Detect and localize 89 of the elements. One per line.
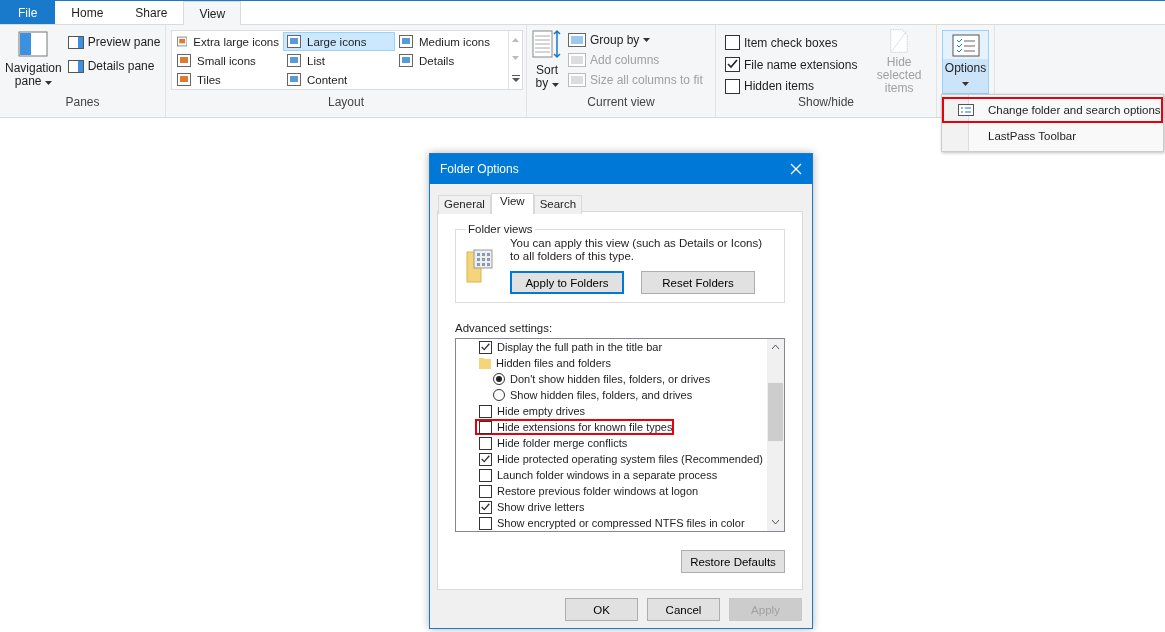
setting-label: Launch folder windows in a separate process bbox=[497, 469, 718, 481]
folder-views-text: You can apply this view (such as Details or Icons) to all folders of this type. bbox=[510, 237, 764, 263]
ribbon-tab[interactable]: Share bbox=[119, 1, 184, 24]
advanced-settings-label: Advanced settings: bbox=[455, 322, 554, 334]
show-hide-option[interactable]: Item check boxes bbox=[725, 34, 858, 52]
checkbox[interactable] bbox=[479, 516, 492, 530]
setting-label: Restore previous folder windows at logon bbox=[497, 485, 699, 497]
view-icon bbox=[287, 54, 301, 67]
show-hide-option[interactable]: File name extensions bbox=[725, 55, 858, 74]
layout-option[interactable]: Extra large icons bbox=[173, 32, 283, 51]
checkbox[interactable] bbox=[479, 484, 492, 498]
checkbox[interactable] bbox=[479, 340, 492, 354]
show-hide-option[interactable]: Hidden items bbox=[725, 77, 858, 95]
view-icon bbox=[287, 73, 301, 86]
pane-button[interactable]: Details pane bbox=[67, 57, 161, 75]
group-title: Current view bbox=[587, 95, 655, 111]
scrollbar-thumb[interactable] bbox=[768, 383, 783, 441]
options-button[interactable]: Options bbox=[942, 30, 989, 94]
current-view-button[interactable]: Group by bbox=[568, 31, 703, 49]
restore-defaults-button[interactable]: Restore Defaults bbox=[681, 550, 785, 573]
view-icon bbox=[177, 73, 191, 86]
ribbon-tab[interactable]: View bbox=[183, 1, 242, 25]
ribbon-tab[interactable]: File bbox=[0, 1, 56, 24]
caret-icon bbox=[643, 38, 651, 42]
dialog-button[interactable]: Cancel bbox=[647, 598, 720, 621]
folder-view-button[interactable]: Apply to Folders bbox=[510, 271, 624, 294]
setting-label: Hidden files and folders bbox=[496, 357, 611, 369]
checkbox[interactable] bbox=[479, 436, 492, 450]
view-icon bbox=[287, 35, 301, 48]
setting-label: Show encrypted or compressed NTFS files in color bbox=[497, 517, 745, 529]
setting-label: Show hidden files, folders, and drives bbox=[510, 389, 693, 401]
view-icon bbox=[177, 35, 188, 48]
group-label: Folder views bbox=[467, 223, 534, 235]
pane-icon bbox=[67, 35, 84, 49]
group-title: Panes bbox=[65, 95, 100, 111]
caret-icon bbox=[44, 81, 52, 85]
expand-gallery-icon[interactable] bbox=[511, 74, 520, 82]
checkbox[interactable] bbox=[479, 452, 492, 466]
columns-icon bbox=[568, 32, 586, 48]
dialog-tab[interactable]: Search bbox=[533, 195, 583, 214]
sort-icon bbox=[532, 29, 562, 61]
view-icon bbox=[399, 35, 413, 48]
columns-icon bbox=[568, 52, 586, 68]
pane-icon bbox=[67, 59, 84, 73]
navigation-pane-button[interactable]: Navigation pane bbox=[5, 29, 62, 95]
pane-button[interactable]: Preview pane bbox=[67, 33, 161, 51]
checkbox[interactable] bbox=[725, 57, 740, 72]
close-icon[interactable] bbox=[790, 163, 802, 175]
dialog-tab[interactable]: View bbox=[490, 193, 534, 214]
folder-icon bbox=[466, 249, 494, 283]
sort-by-button[interactable]: Sort by bbox=[532, 29, 562, 95]
layout-option[interactable]: Small icons bbox=[173, 51, 283, 70]
folder-icon bbox=[479, 357, 491, 369]
layout-option[interactable]: Medium icons bbox=[395, 32, 507, 51]
setting-label: Don't show hidden files, folders, or drives bbox=[510, 373, 711, 385]
checklist-icon bbox=[958, 104, 974, 116]
setting-label: Hide folder merge conflicts bbox=[497, 437, 628, 449]
folder-view-button[interactable]: Reset Folders bbox=[641, 271, 755, 294]
group-title: Layout bbox=[328, 95, 364, 111]
group-title: Show/hide bbox=[797, 95, 854, 111]
setting-label: Show drive letters bbox=[497, 501, 585, 513]
navigation-pane-icon bbox=[18, 29, 49, 59]
view-icon bbox=[399, 54, 413, 67]
setting-label: Display the full path in the title bar bbox=[497, 341, 663, 353]
checklist-icon bbox=[950, 31, 981, 59]
columns-icon bbox=[568, 72, 586, 88]
layout-option[interactable]: Large icons bbox=[283, 32, 395, 51]
view-icon bbox=[177, 54, 191, 67]
caret-icon bbox=[962, 82, 969, 86]
checkbox[interactable] bbox=[725, 78, 740, 94]
dialog-tab[interactable]: General bbox=[438, 195, 491, 214]
layout-option[interactable]: Details bbox=[395, 51, 507, 70]
setting-label: Hide extensions for known file types bbox=[497, 421, 673, 433]
menu-item[interactable]: Change folder and search options bbox=[942, 97, 1163, 123]
checkbox[interactable] bbox=[479, 468, 492, 482]
checkbox[interactable] bbox=[725, 35, 740, 51]
layout-option[interactable]: Content bbox=[283, 70, 395, 89]
menu-item[interactable]: LastPass Toolbar bbox=[942, 123, 1163, 149]
setting-label: Hide protected operating system files (Recommended) bbox=[497, 453, 763, 465]
setting-label: Hide empty drives bbox=[497, 405, 586, 417]
dialog-button[interactable]: OK bbox=[565, 598, 638, 621]
dialog-title: Folder Options bbox=[440, 162, 519, 176]
checkbox[interactable] bbox=[479, 420, 492, 434]
checkbox[interactable] bbox=[479, 500, 492, 514]
layout-option[interactable]: List bbox=[283, 51, 395, 70]
layout-option[interactable]: Tiles bbox=[173, 70, 283, 89]
caret-icon bbox=[551, 83, 559, 87]
ribbon-tab[interactable]: Home bbox=[55, 1, 120, 24]
checkbox[interactable] bbox=[479, 404, 492, 418]
